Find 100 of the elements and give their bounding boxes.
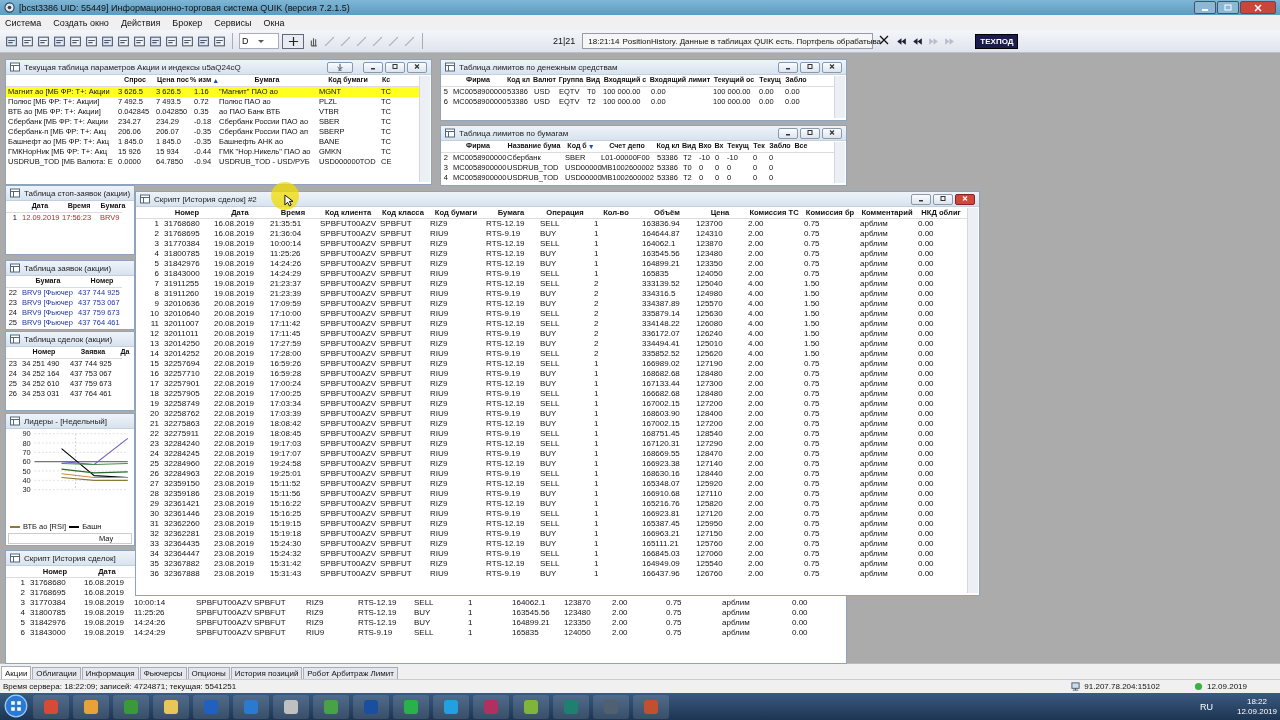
scrollbar[interactable] (834, 76, 845, 118)
toolbar-icon[interactable] (149, 34, 162, 48)
toolbar-icon[interactable] (213, 34, 226, 48)
close-button[interactable] (955, 193, 975, 205)
table-icon (10, 416, 20, 426)
scrollbar[interactable] (834, 142, 845, 183)
pin-button[interactable] (327, 61, 353, 73)
table-cell-text: 124050 (695, 269, 724, 279)
menu-item[interactable]: Создать окно (53, 17, 109, 28)
table-cell-text: 0.75 (803, 269, 821, 279)
table-cell-text: 16.08.2019 (83, 578, 126, 588)
row-number: 29 (149, 499, 160, 509)
row-number: 4 (153, 249, 160, 259)
tab[interactable]: Робот Арбитраж Лимит (303, 667, 398, 679)
menu-item[interactable]: Действия (120, 17, 161, 28)
maximize-button[interactable] (933, 193, 953, 205)
table-cell-text: 0.00 (917, 489, 935, 499)
taskbar-clock[interactable]: 18:22 12.09.2019 (1236, 696, 1277, 717)
row-number: 6 (19, 628, 26, 638)
table-cell-text: 128400 (695, 409, 724, 419)
language-indicator[interactable]: RU (1199, 701, 1213, 712)
table-cell-text: 123480 (563, 608, 592, 618)
table-cell-text: RTS-12.19 (485, 279, 526, 289)
table-cell-text: 32284960 (163, 459, 201, 469)
menu-item[interactable]: Сервисы (214, 17, 252, 28)
table-cell-text: 1 (593, 559, 600, 569)
tab[interactable]: Облигации (32, 667, 81, 679)
close-button[interactable] (822, 127, 842, 139)
close-button[interactable] (407, 61, 427, 73)
tab[interactable]: Опционы (187, 667, 230, 679)
table-cell-text: SPBFUT (379, 429, 413, 439)
toolbar-icon[interactable] (21, 34, 34, 48)
table-cell-text: SELL (539, 509, 561, 519)
close-button[interactable] (822, 61, 842, 73)
table-cell-text: 0.75 (803, 509, 821, 519)
support-button[interactable]: ТЕХПОД (975, 33, 1019, 49)
toolbar-icon[interactable] (37, 34, 50, 48)
table-cell-text: 2.00 (747, 569, 765, 579)
scrollbar[interactable] (419, 76, 430, 182)
tab[interactable]: Акции (1, 666, 32, 679)
taskbar-app-icon[interactable] (73, 694, 109, 719)
tab[interactable]: Фьючерсы (139, 667, 187, 679)
toolbar-icon[interactable] (133, 34, 146, 48)
table-cell-text: 2.00 (747, 459, 765, 469)
table-cell-text: SPBFUT00AZV (319, 289, 377, 299)
toolbar-icon[interactable] (165, 34, 178, 48)
taskbar-app-icon[interactable] (513, 694, 549, 719)
maximize-button[interactable] (385, 61, 405, 73)
server-address: 91.207.78.204:15102 (1084, 682, 1160, 691)
table-cell-text: 0.00 (917, 499, 935, 509)
start-button[interactable] (3, 693, 29, 720)
table-cell-text: 2.00 (747, 449, 765, 459)
tab[interactable]: История позиций (230, 667, 303, 679)
table-cell-text: 168669.55 (641, 449, 681, 459)
scrollbar[interactable] (967, 208, 978, 593)
table-cell-text: 1 (593, 529, 600, 539)
table-cell-text: 335852.52 (641, 349, 681, 359)
table-cell-text: 15:19:15 (269, 519, 303, 529)
taskbar-app-icon[interactable] (153, 694, 189, 719)
row-number: 28 (149, 489, 160, 499)
menu-item[interactable]: Система (5, 17, 42, 28)
toolbar-icon[interactable] (117, 34, 130, 48)
toolbar-icon[interactable] (101, 34, 114, 48)
toolbar-icon[interactable] (181, 34, 194, 48)
toolbar-icon[interactable] (5, 34, 18, 48)
taskbar-app-icon[interactable] (393, 694, 429, 719)
table-cell-text: 19.08.2019 (213, 289, 256, 299)
toolbar-icon[interactable] (85, 34, 98, 48)
taskbar-app-icon[interactable] (433, 694, 469, 719)
tab[interactable]: Информация (81, 667, 139, 679)
table-cell-text: SELL (539, 399, 561, 409)
table-cell-text: 32275911 (163, 429, 200, 439)
minimize-button[interactable] (1194, 1, 1216, 14)
table-cell-text: арблим (859, 269, 889, 279)
table-cell-text: 1 (593, 479, 600, 489)
table-cell-text: 17:00:25 (269, 389, 303, 399)
menu-item[interactable]: Окна (263, 17, 285, 28)
interval-dropdown[interactable]: D (239, 33, 279, 49)
table-cell-text: RTS-12.19 (485, 459, 526, 469)
taskbar-app-icon[interactable] (273, 694, 309, 719)
maximize-button[interactable] (800, 61, 820, 73)
table-cell-text: 31843000 (29, 628, 67, 638)
taskbar-app-icon[interactable] (313, 694, 349, 719)
table-cell-text: RTS-12.19 (485, 359, 526, 369)
toolbar-icon[interactable] (197, 34, 210, 48)
toolbar-icon[interactable] (53, 34, 66, 48)
table-cell-text: 125540 (695, 559, 724, 569)
table-cell-text: 164899.21 (641, 259, 681, 269)
crosshair-button[interactable] (282, 33, 304, 49)
table-cell-text: RTS-9.19 (485, 309, 522, 319)
menu-item[interactable]: Брокер (172, 17, 203, 28)
table-cell-text: RTS-9.19 (485, 289, 522, 299)
row-number: 5 (153, 259, 160, 269)
table-cell-text: арблим (859, 489, 889, 499)
toolbar-icon[interactable] (69, 34, 82, 48)
maximize-button[interactable] (800, 127, 820, 139)
close-button[interactable] (1240, 1, 1276, 14)
table-cell-text: 0.00 (917, 319, 935, 329)
maximize-button[interactable] (1217, 1, 1239, 14)
table-cell-text: 123870 (563, 598, 592, 608)
